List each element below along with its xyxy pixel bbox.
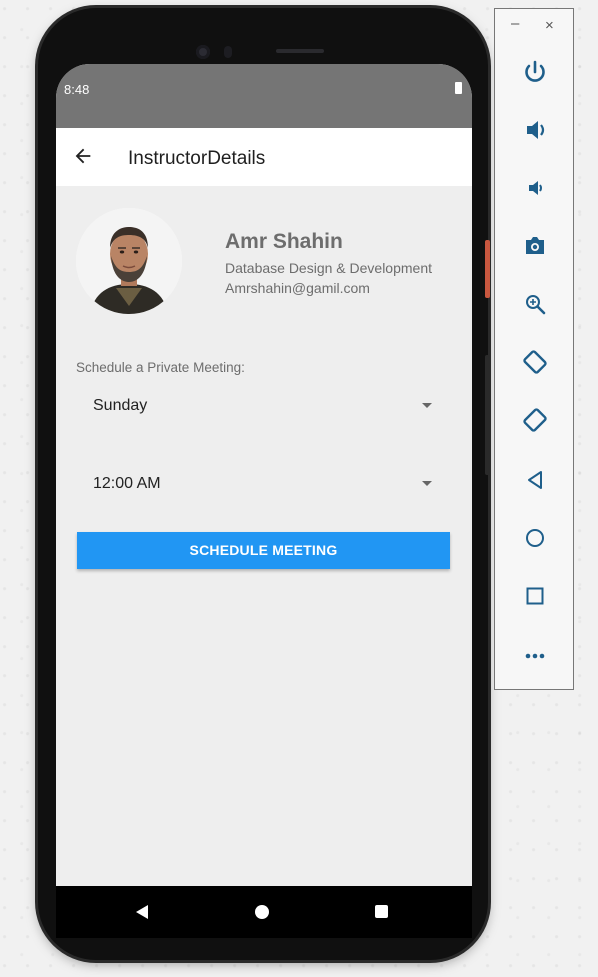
portrait-image: [76, 208, 182, 314]
instructor-name: Amr Shahin: [225, 230, 343, 253]
time-selected-value: 12:00 AM: [93, 475, 161, 492]
zoom-icon[interactable]: [518, 287, 552, 321]
rotate-left-icon[interactable]: [518, 345, 552, 379]
minimize-button[interactable]: –: [511, 15, 519, 32]
status-time: 8:48: [64, 82, 90, 97]
close-button[interactable]: ×: [545, 17, 554, 34]
android-nav-bar: [56, 886, 472, 938]
nav-home-icon[interactable]: [255, 905, 269, 919]
overview-icon[interactable]: [518, 579, 552, 613]
status-bar: 8:48: [56, 64, 472, 128]
power-icon[interactable]: [518, 55, 552, 89]
dropdown-caret-icon: [422, 481, 432, 486]
phone-volume-rocker[interactable]: [485, 355, 490, 475]
rotate-right-icon[interactable]: [518, 403, 552, 437]
proximity-sensor: [224, 46, 232, 58]
schedule-label: Schedule a Private Meeting:: [76, 360, 245, 375]
emulator-back-icon[interactable]: [518, 463, 552, 497]
instructor-email[interactable]: Amrshahin@gamil.com: [225, 280, 370, 296]
time-dropdown[interactable]: 12:00 AM: [92, 468, 432, 500]
battery-icon: [455, 82, 462, 94]
nav-recents-icon[interactable]: [375, 905, 388, 918]
phone-power-button[interactable]: [485, 240, 490, 298]
dropdown-caret-icon: [422, 403, 432, 408]
instructor-avatar: [76, 208, 182, 314]
app-bar: InstructorDetails: [56, 128, 472, 186]
app-screen: 8:48 InstructorDetails Amr Shahin Databa…: [56, 64, 472, 886]
more-icon[interactable]: [518, 639, 552, 673]
emulator-home-icon[interactable]: [518, 521, 552, 555]
front-camera: [196, 45, 210, 59]
emulator-toolbar: – ×: [494, 8, 574, 690]
earpiece-speaker: [276, 49, 324, 53]
back-arrow-icon[interactable]: [72, 145, 94, 167]
page-title: InstructorDetails: [128, 148, 266, 169]
volume-up-icon[interactable]: [518, 113, 552, 147]
volume-down-icon[interactable]: [518, 171, 552, 205]
nav-back-icon[interactable]: [136, 905, 148, 919]
camera-icon[interactable]: [518, 229, 552, 263]
instructor-course: Database Design & Development: [225, 260, 433, 276]
schedule-meeting-button[interactable]: SCHEDULE MEETING: [77, 532, 450, 569]
day-dropdown[interactable]: Sunday: [92, 390, 432, 422]
day-selected-value: Sunday: [93, 397, 148, 414]
